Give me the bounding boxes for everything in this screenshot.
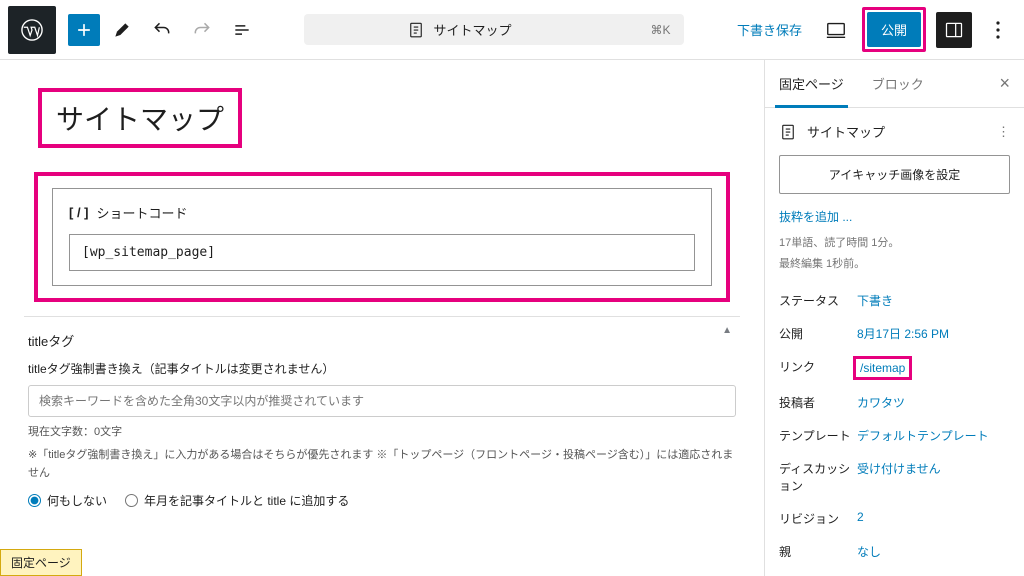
sidebar-header-title: サイトマップ	[807, 122, 885, 141]
status-key: ステータス	[779, 292, 857, 309]
document-overview-button[interactable]	[224, 12, 260, 48]
tab-block[interactable]: ブロック	[858, 60, 938, 107]
parent-key: 親	[779, 543, 857, 560]
settings-panel-toggle[interactable]	[936, 12, 972, 48]
revision-key: リビジョン	[779, 510, 857, 527]
metabox-help: ※「titleタグ強制書き換え」に入力がある場合はそちらが優先されます ※「トッ…	[28, 447, 736, 482]
author-key: 投稿者	[779, 394, 857, 411]
editor-topbar: サイトマップ ⌘K 下書き保存 公開	[0, 0, 1024, 60]
sidebar-header: サイトマップ ⋮	[765, 108, 1024, 155]
tab-page[interactable]: 固定ページ	[765, 60, 858, 107]
set-featured-image-button[interactable]: アイキャッチ画像を設定	[779, 155, 1010, 194]
publish-key: 公開	[779, 325, 857, 342]
kebab-icon	[996, 21, 1000, 39]
radio-date[interactable]: 年月を記事タイトルと title に追加する	[125, 492, 349, 509]
sidebar-icon	[944, 20, 964, 40]
row-discussion[interactable]: ディスカッション受け付けません	[779, 452, 1010, 502]
sidebar-tabs: 固定ページ ブロック ×	[765, 60, 1024, 108]
radio-none[interactable]: 何もしない	[28, 492, 107, 509]
command-shortcut: ⌘K	[650, 23, 670, 37]
block-label-text: ショートコード	[97, 203, 188, 222]
more-menu[interactable]	[980, 6, 1016, 54]
list-icon	[232, 20, 252, 40]
add-block-button[interactable]	[68, 14, 100, 46]
page-icon	[407, 21, 425, 39]
save-draft-button[interactable]: 下書き保存	[729, 14, 810, 45]
row-publish[interactable]: 公開8月17日 2:56 PM	[779, 317, 1010, 350]
shortcode-block-highlight: [ / ] ショートコード [wp_sitemap_page]	[34, 172, 730, 302]
author-value: カワタツ	[857, 394, 905, 411]
document-title-wrap: サイトマップ ⌘K	[264, 14, 725, 45]
row-parent[interactable]: 親なし	[779, 535, 1010, 568]
collapse-icon[interactable]: ▲	[722, 325, 732, 336]
link-value-wrap: /sitemap	[857, 358, 908, 378]
document-title-text: サイトマップ	[433, 20, 511, 39]
publish-highlight: 公開	[862, 7, 926, 52]
edit-tool[interactable]	[104, 12, 140, 48]
radio-row: 何もしない 年月を記事タイトルと title に追加する	[28, 492, 736, 509]
publish-button[interactable]: 公開	[867, 12, 921, 47]
radio-date-label: 年月を記事タイトルと title に追加する	[144, 492, 349, 509]
plus-icon	[74, 20, 94, 40]
footer-tab-page[interactable]: 固定ページ	[0, 549, 82, 576]
sidebar-rows: ステータス下書き 公開8月17日 2:56 PM リンク/sitemap 投稿者…	[765, 276, 1024, 576]
link-value: /sitemap	[860, 361, 905, 375]
row-status[interactable]: ステータス下書き	[779, 284, 1010, 317]
title-tag-metabox: ▲ titleタグ titleタグ強制書き換え（記事タイトルは変更されません） …	[24, 316, 740, 515]
word-count: 17単語、読了時間 1分。	[765, 235, 1024, 256]
main-area: サイトマップ [ / ] ショートコード [wp_sitemap_page] ▲…	[0, 60, 1024, 576]
discussion-key: ディスカッション	[779, 460, 857, 494]
block-label: [ / ] ショートコード	[69, 203, 695, 222]
row-template[interactable]: テンプレートデフォルトテンプレート	[779, 419, 1010, 452]
row-revision[interactable]: リビジョン2	[779, 502, 1010, 535]
publish-value: 8月17日 2:56 PM	[857, 325, 949, 342]
radio-date-input[interactable]	[125, 494, 138, 507]
status-value: 下書き	[857, 292, 893, 309]
redo-button[interactable]	[184, 12, 220, 48]
metabox-title[interactable]: titleタグ	[28, 327, 736, 360]
page-title-highlight: サイトマップ	[38, 88, 242, 148]
footer-breadcrumb: 固定ページ	[0, 549, 82, 576]
sidebar-close[interactable]: ×	[985, 73, 1024, 94]
metabox-desc: titleタグ強制書き換え（記事タイトルは変更されません）	[28, 360, 736, 377]
template-key: テンプレート	[779, 427, 857, 444]
row-author[interactable]: 投稿者カワタツ	[779, 386, 1010, 419]
radio-none-label: 何もしない	[47, 492, 107, 509]
sidebar-header-more[interactable]: ⋮	[997, 124, 1010, 140]
wordpress-icon	[21, 19, 43, 41]
link-highlight: /sitemap	[853, 356, 912, 380]
desktop-icon	[825, 19, 847, 41]
redo-icon	[192, 20, 212, 40]
shortcode-icon: [ / ]	[69, 205, 89, 220]
parent-value: なし	[857, 543, 881, 560]
add-excerpt-link[interactable]: 抜粋を追加 ...	[765, 208, 1024, 235]
preview-button[interactable]	[818, 12, 854, 48]
title-override-input[interactable]	[28, 385, 736, 417]
page-title-input[interactable]: サイトマップ	[56, 98, 224, 138]
revision-value: 2	[857, 510, 864, 524]
radio-none-input[interactable]	[28, 494, 41, 507]
settings-sidebar: 固定ページ ブロック × サイトマップ ⋮ アイキャッチ画像を設定 抜粋を追加 …	[764, 60, 1024, 576]
undo-icon	[152, 20, 172, 40]
shortcode-block[interactable]: [ / ] ショートコード [wp_sitemap_page]	[52, 188, 712, 286]
shortcode-input[interactable]: [wp_sitemap_page]	[69, 234, 695, 271]
template-value: デフォルトテンプレート	[857, 427, 989, 444]
editor-canvas: サイトマップ [ / ] ショートコード [wp_sitemap_page] ▲…	[0, 60, 764, 576]
last-edited: 最終編集 1秒前。	[765, 256, 1024, 277]
page-icon	[779, 123, 797, 141]
pencil-icon	[112, 20, 132, 40]
link-key: リンク	[779, 358, 857, 375]
document-title-bar[interactable]: サイトマップ ⌘K	[304, 14, 684, 45]
undo-button[interactable]	[144, 12, 180, 48]
discussion-value: 受け付けません	[857, 460, 941, 477]
row-link[interactable]: リンク/sitemap	[779, 350, 1010, 386]
wordpress-logo[interactable]	[8, 6, 56, 54]
char-count: 現在文字数：0文字	[28, 423, 736, 439]
topbar-right: 下書き保存 公開	[729, 6, 1016, 54]
